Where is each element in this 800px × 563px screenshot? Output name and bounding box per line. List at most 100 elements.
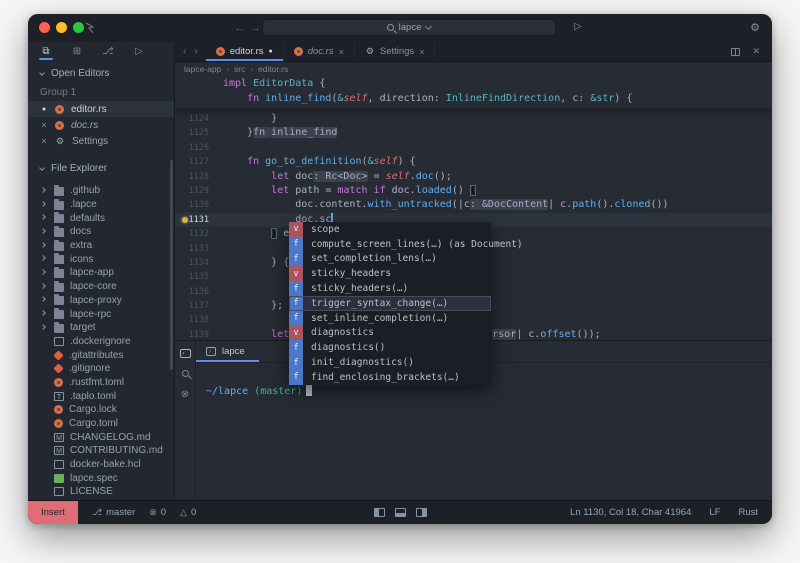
lightbulb-icon[interactable]: [182, 216, 188, 223]
breadcrumb-segment[interactable]: lapce-app: [184, 64, 221, 74]
plugins-icon[interactable]: ⊞: [70, 46, 84, 57]
problems-panel-icon[interactable]: ⊗: [181, 389, 189, 400]
open-editor-editor.rs[interactable]: ● editor.rs: [28, 101, 174, 117]
settings-gear-icon[interactable]: ⚙: [750, 21, 760, 34]
toggle-bottom-panel-icon[interactable]: [394, 508, 406, 517]
completion-item-diagnostics[interactable]: v diagnostics: [289, 325, 491, 341]
tree-item-lapce-rpc[interactable]: lapce-rpc: [28, 307, 174, 321]
mode-badge[interactable]: Insert: [28, 501, 78, 524]
completion-item-sticky_headers[interactable]: v sticky_headers: [289, 266, 491, 282]
tree-item-.github[interactable]: .github: [28, 184, 174, 198]
completion-item-sticky_headers(…)[interactable]: f sticky_headers(…): [289, 281, 491, 296]
tree-item-docs[interactable]: docs: [28, 225, 174, 239]
completion-item-init_diagnostics()[interactable]: f init_diagnostics(): [289, 355, 491, 370]
cursor-position[interactable]: Ln 1130, Col 18, Char 41964: [570, 507, 691, 518]
function-kind-icon: f: [289, 369, 303, 385]
tree-item-label: CHANGELOG.md: [70, 431, 151, 443]
tree-item-label: lapce.spec: [70, 472, 118, 484]
completion-item-compute_screen_lines(…) (as Document)[interactable]: f compute_screen_lines(…) (as Document): [289, 236, 523, 252]
completion-item-diagnostics()[interactable]: f diagnostics(): [289, 340, 491, 356]
code-segment: | c.: [516, 328, 541, 340]
completion-item-find_enclosing_brackets(…)[interactable]: f find_enclosing_brackets(…): [289, 369, 491, 385]
file-explorer-header[interactable]: File Explorer: [28, 149, 174, 178]
tree-item-.lapce[interactable]: .lapce: [28, 198, 174, 212]
code-line-1129: 1129 let path = match if doc.loaded() {: [175, 184, 772, 198]
git-branch-indicator[interactable]: ⎇ master: [92, 507, 135, 518]
tree-item-lapce-proxy[interactable]: lapce-proxy: [28, 294, 174, 308]
history-back-icon[interactable]: ←: [234, 21, 245, 35]
close-icon[interactable]: ×: [40, 120, 48, 130]
completion-item-trigger_syntax_change(…)[interactable]: f trigger_syntax_change(…): [289, 295, 491, 311]
open-editors-list: ● editor.rs × doc.rs × ⚙ Settings: [28, 101, 174, 149]
modified-dot-icon[interactable]: ●: [40, 106, 48, 113]
tree-item-lapce.spec[interactable]: lapce.spec: [28, 471, 174, 485]
line-number: 1136: [188, 286, 209, 297]
tree-item-.rustfmt.toml[interactable]: .rustfmt.toml: [28, 376, 174, 390]
tree-item-CHANGELOG.md[interactable]: M CHANGELOG.md: [28, 430, 174, 444]
command-palette-search[interactable]: lapce: [262, 19, 556, 36]
toggle-right-panel-icon[interactable]: [415, 508, 427, 517]
error-count[interactable]: ⊗ 0: [149, 507, 166, 518]
tree-item-icons[interactable]: icons: [28, 252, 174, 266]
code-segment: path =: [295, 184, 338, 196]
tree-item-lapce-app[interactable]: lapce-app: [28, 266, 174, 280]
tree-item-.dockerignore[interactable]: .dockerignore: [28, 335, 174, 349]
search-panel-icon[interactable]: [181, 370, 189, 377]
tree-item-docker-bake.hcl[interactable]: docker-bake.hcl: [28, 458, 174, 472]
line-content: } {: [223, 256, 289, 270]
toggle-left-panel-icon[interactable]: [373, 508, 385, 517]
terminal-panel-icon[interactable]: ›: [179, 349, 191, 358]
code-segment: with_untracked: [367, 199, 452, 211]
close-editor-icon[interactable]: ✕: [752, 46, 760, 57]
branch-name: master: [106, 507, 136, 518]
git-file-icon: [53, 363, 64, 374]
tree-item-.taplo.toml[interactable]: T .taplo.toml: [28, 389, 174, 403]
breadcrumb-segment[interactable]: editor.rs: [258, 64, 288, 74]
tree-item-lapce-core[interactable]: lapce-core: [28, 280, 174, 294]
window-close-button[interactable]: [39, 22, 50, 33]
tree-item-LICENSE[interactable]: LICENSE: [28, 485, 174, 499]
open-editors-header[interactable]: Open Editors: [28, 60, 174, 83]
completion-item-set_completion_lens(…)[interactable]: f set_completion_lens(…): [289, 251, 491, 267]
close-tab-icon[interactable]: ×: [419, 47, 424, 57]
tree-item-target[interactable]: target: [28, 321, 174, 335]
source-control-icon[interactable]: ⎇: [101, 46, 115, 57]
modified-dot-icon[interactable]: ●: [268, 48, 272, 55]
tree-item-CONTRIBUTING.md[interactable]: M CONTRIBUTING.md: [28, 444, 174, 458]
tree-item-.gitattributes[interactable]: .gitattributes: [28, 348, 174, 362]
completion-item-scope[interactable]: v scope: [289, 222, 491, 237]
run-button[interactable]: ▷: [574, 21, 582, 32]
file-explorer-icon[interactable]: ⧉: [39, 46, 53, 60]
open-editor-doc.rs[interactable]: × doc.rs: [28, 117, 174, 133]
eol-indicator[interactable]: LF: [709, 507, 720, 518]
debug-icon[interactable]: ▷: [132, 46, 146, 57]
code-line-1126: 1126: [175, 141, 772, 155]
tab-editor.rs[interactable]: editor.rs ●: [205, 42, 284, 61]
tab-back-icon[interactable]: ‹: [183, 46, 186, 57]
tree-item-defaults[interactable]: defaults: [28, 211, 174, 225]
sidebar-scrollbar[interactable]: [170, 160, 173, 370]
rust-file-icon: [54, 377, 63, 387]
split-editor-icon[interactable]: [731, 47, 741, 56]
close-icon[interactable]: ×: [40, 136, 48, 146]
terminal-tab[interactable]: › lapce: [196, 341, 259, 362]
history-forward-icon[interactable]: →: [250, 21, 261, 35]
spec-file-icon: [54, 473, 64, 483]
chevron-right-icon: [38, 187, 48, 193]
open-editor-Settings[interactable]: × ⚙ Settings: [28, 133, 174, 149]
tab-Settings[interactable]: ⚙ Settings ×: [355, 42, 436, 61]
line-number: 1132: [188, 229, 209, 240]
tree-item-Cargo.toml[interactable]: Cargo.toml: [28, 417, 174, 431]
tree-item-Cargo.lock[interactable]: Cargo.lock: [28, 403, 174, 417]
window-minimize-button[interactable]: [56, 22, 67, 33]
tab-doc.rs[interactable]: doc.rs ×: [284, 42, 355, 61]
breadcrumb-segment[interactable]: src: [234, 64, 245, 74]
completion-item-set_inline_completion(…)[interactable]: f set_inline_completion(…): [289, 310, 491, 326]
tree-item-.gitignore[interactable]: .gitignore: [28, 362, 174, 376]
warning-count[interactable]: △ 0: [180, 507, 196, 518]
rust-file-icon: [55, 120, 64, 130]
language-indicator[interactable]: Rust: [738, 507, 758, 518]
tree-item-extra[interactable]: extra: [28, 239, 174, 253]
close-tab-icon[interactable]: ×: [339, 47, 344, 57]
tab-forward-icon[interactable]: ›: [194, 46, 197, 57]
